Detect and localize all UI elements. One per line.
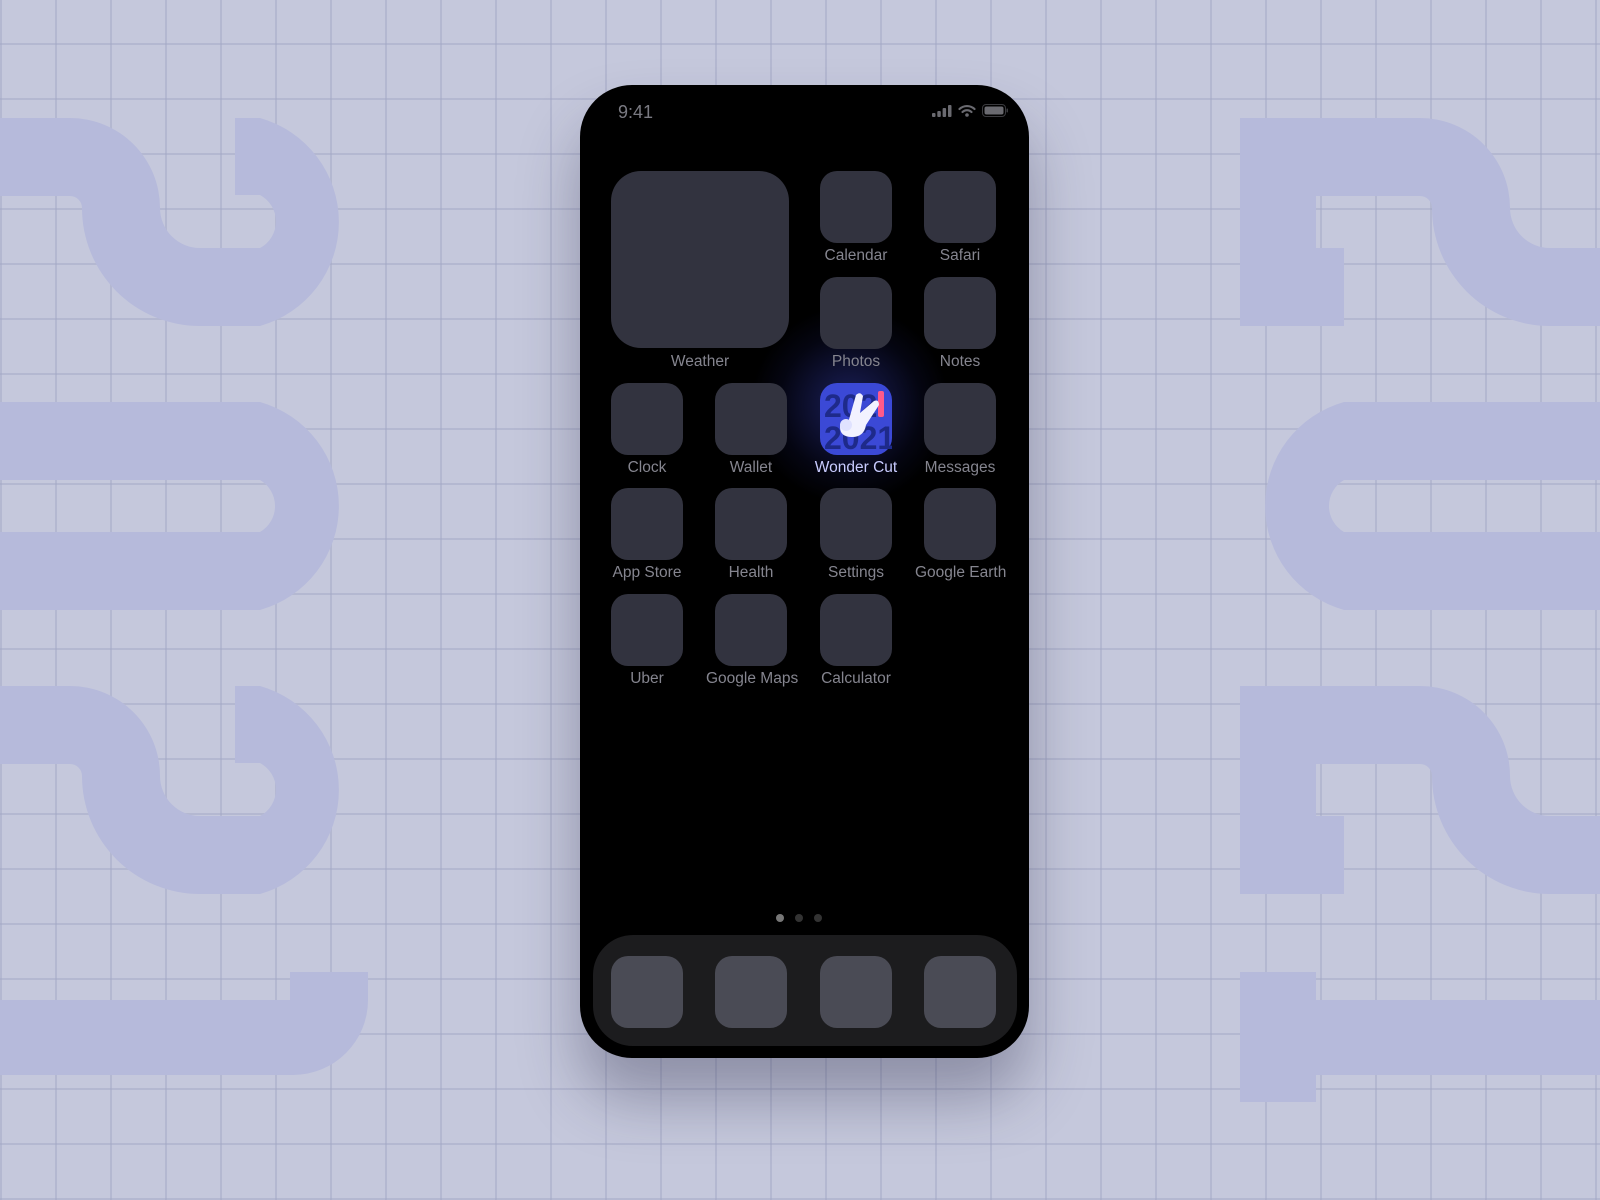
- wallet-label: Wallet: [729, 459, 773, 476]
- settings-label: Settings: [827, 564, 884, 581]
- safari-icon[interactable]: [924, 171, 996, 243]
- app-health[interactable]: Health: [706, 488, 796, 582]
- app-wallet[interactable]: Wallet: [706, 383, 796, 477]
- calendar-label: Calendar: [824, 247, 888, 264]
- page-indicator[interactable]: [776, 914, 822, 922]
- battery-icon: [982, 104, 1008, 117]
- app-store-label: App Store: [612, 564, 682, 581]
- wonder-cut-label: Wonder Cut: [814, 459, 898, 476]
- phone-screen: 9:41 Weather Calendar Safari Photos Notes Cl…: [580, 85, 1029, 1058]
- health-icon[interactable]: [715, 488, 787, 560]
- app-safari[interactable]: Safari: [915, 171, 1005, 265]
- app-uber[interactable]: Uber: [602, 594, 692, 688]
- calendar-icon[interactable]: [820, 171, 892, 243]
- dock-app-1[interactable]: [611, 956, 683, 1028]
- notes-label: Notes: [939, 353, 981, 370]
- app-google-earth[interactable]: Google Earth: [915, 488, 1007, 582]
- uber-label: Uber: [630, 670, 664, 687]
- health-label: Health: [728, 564, 774, 581]
- calculator-label: Calculator: [821, 670, 891, 687]
- weather-label: Weather: [670, 353, 730, 370]
- photos-icon[interactable]: [820, 277, 892, 349]
- dock-app-2[interactable]: [715, 956, 787, 1028]
- status-time: 9:41: [618, 102, 654, 122]
- safari-label: Safari: [939, 247, 981, 264]
- notes-icon[interactable]: [924, 277, 996, 349]
- messages-label: Messages: [924, 459, 996, 476]
- app-calendar[interactable]: Calendar: [811, 171, 901, 265]
- status-icons: [932, 104, 1009, 117]
- wallet-icon[interactable]: [715, 383, 787, 455]
- clock-icon[interactable]: [611, 383, 683, 455]
- messages-icon[interactable]: [924, 383, 996, 455]
- google-earth-label: Google Earth: [915, 564, 1007, 581]
- calculator-icon[interactable]: [820, 594, 892, 666]
- google-maps-icon[interactable]: [715, 594, 787, 666]
- page-dot-2[interactable]: [795, 914, 803, 922]
- weather-widget-tile[interactable]: [611, 171, 789, 348]
- weather-widget[interactable]: Weather: [611, 171, 789, 371]
- dock-app-4[interactable]: [924, 956, 996, 1028]
- app-clock[interactable]: Clock: [602, 383, 692, 477]
- settings-icon[interactable]: [820, 488, 892, 560]
- dock: [593, 935, 1017, 1046]
- wonder-cut-icon[interactable]: 202 2021: [820, 383, 895, 456]
- wifi-icon: [958, 104, 976, 117]
- app-wonder-cut[interactable]: 202 2021 Wonder Cut: [811, 383, 901, 477]
- app-app-store[interactable]: App Store: [602, 488, 692, 582]
- app-calculator[interactable]: Calculator: [811, 594, 901, 688]
- app-photos[interactable]: Photos: [811, 277, 901, 371]
- app-store-icon[interactable]: [611, 488, 683, 560]
- signal-icon: [932, 105, 952, 117]
- app-notes[interactable]: Notes: [915, 277, 1005, 371]
- dock-app-3[interactable]: [820, 956, 892, 1028]
- google-maps-label: Google Maps: [706, 670, 799, 687]
- app-settings[interactable]: Settings: [811, 488, 901, 582]
- photos-label: Photos: [831, 353, 881, 370]
- page-dot-3[interactable]: [814, 914, 822, 922]
- app-messages[interactable]: Messages: [915, 383, 1005, 477]
- uber-icon[interactable]: [611, 594, 683, 666]
- app-google-maps[interactable]: Google Maps: [706, 594, 799, 688]
- page-dot-1[interactable]: [776, 914, 784, 922]
- clock-label: Clock: [627, 459, 667, 476]
- google-earth-icon[interactable]: [924, 488, 996, 560]
